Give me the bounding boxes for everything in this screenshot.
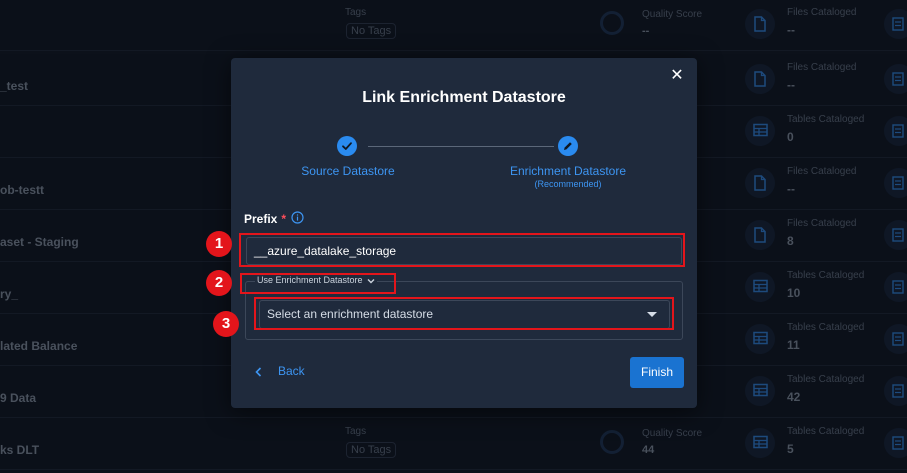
- annotation-badge-1: 1: [206, 231, 232, 257]
- highlight-box-select: [254, 297, 674, 330]
- back-button[interactable]: Back: [255, 364, 305, 378]
- modal-title: Link Enrichment Datastore: [362, 89, 566, 106]
- step-enrichment-sublabel: (Recommended): [534, 179, 602, 189]
- step-source-check-icon: [337, 136, 357, 156]
- step-source-label: Source Datastore: [301, 164, 395, 178]
- required-asterisk: *: [281, 212, 287, 226]
- close-icon[interactable]: ✕: [669, 68, 685, 84]
- step-enrichment-pencil-icon: [558, 136, 578, 156]
- prefix-label: Prefix *: [244, 212, 286, 226]
- finish-button[interactable]: Finish: [630, 357, 684, 388]
- chevron-left-icon: [255, 367, 262, 377]
- back-label: Back: [278, 364, 305, 378]
- annotation-badge-3: 3: [213, 311, 239, 337]
- annotation-badge-2: 2: [206, 270, 232, 296]
- info-icon[interactable]: [291, 211, 304, 224]
- prefix-label-text: Prefix: [244, 212, 278, 226]
- stepper-connector: [368, 146, 554, 147]
- highlight-box-toggle: [240, 273, 396, 294]
- highlight-box-prefix: [239, 233, 685, 267]
- step-enrichment-label: Enrichment Datastore: [509, 164, 627, 178]
